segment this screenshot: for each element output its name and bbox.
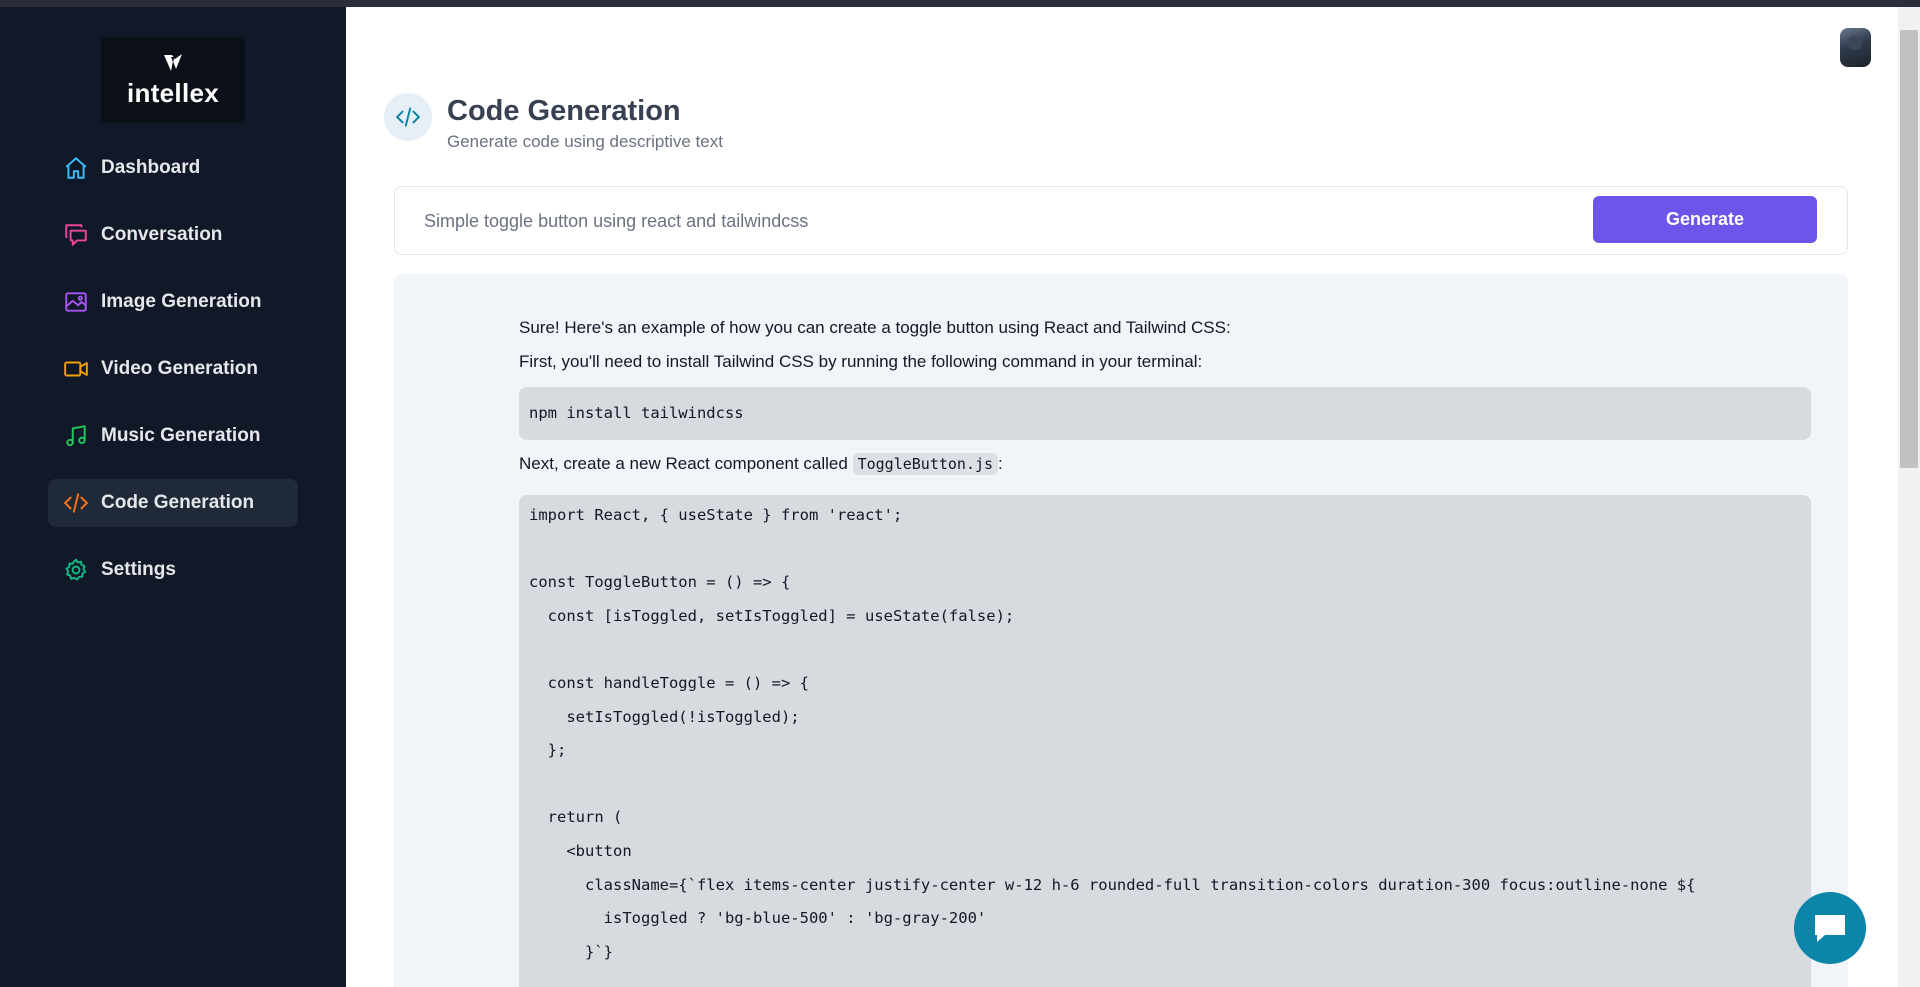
prompt-input[interactable] [424, 207, 1524, 235]
sidebar-item-label: Conversation [101, 224, 223, 245]
sidebar-item-conversation[interactable]: Conversation [48, 211, 298, 259]
sidebar-item-video-generation[interactable]: Video Generation [48, 345, 298, 393]
sidebar-item-settings[interactable]: Settings [48, 546, 298, 594]
sidebar-nav: Dashboard Conversation Image Generation … [48, 144, 298, 613]
chat-button[interactable] [1794, 892, 1866, 964]
brand-logo[interactable]: intellex [101, 37, 245, 123]
generate-button[interactable]: Generate [1593, 196, 1817, 243]
video-icon [62, 355, 90, 383]
sidebar-item-label: Music Generation [101, 425, 261, 446]
chat-icon [1815, 915, 1845, 942]
image-icon [62, 288, 90, 316]
sidebar-item-label: Code Generation [101, 492, 255, 513]
user-avatar[interactable] [1840, 28, 1871, 67]
settings-icon [62, 556, 90, 584]
page-title: Code Generation [447, 95, 681, 127]
component-text-before: Next, create a new React component calle… [519, 454, 853, 473]
prompt-form: Generate [394, 186, 1848, 255]
message-icon [62, 221, 90, 249]
response-component-text: Next, create a new React component calle… [519, 453, 1003, 475]
install-code-block: npm install tailwindcss [519, 387, 1811, 440]
response-install-text: First, you'll need to install Tailwind C… [519, 352, 1203, 371]
sidebar-item-label: Settings [101, 559, 176, 580]
browser-top-strip [0, 0, 1920, 7]
page-subtitle: Generate code using descriptive text [447, 132, 723, 151]
component-code-block: import React, { useState } from 'react';… [519, 495, 1811, 987]
sidebar-item-code-generation[interactable]: Code Generation [48, 479, 298, 527]
response-panel: Sure! Here's an example of how you can c… [394, 274, 1848, 987]
code-icon [396, 107, 420, 127]
main-content: Code Generation Generate code using desc… [346, 7, 1892, 987]
component-filename: ToggleButton.js [852, 453, 999, 475]
sidebar-item-image-generation[interactable]: Image Generation [48, 278, 298, 326]
header-icon-badge [384, 93, 432, 141]
sidebar-item-label: Image Generation [101, 291, 262, 312]
response-intro: Sure! Here's an example of how you can c… [519, 318, 1231, 337]
code-icon [62, 489, 90, 517]
sidebar-item-dashboard[interactable]: Dashboard [48, 144, 298, 192]
sidebar-item-music-generation[interactable]: Music Generation [48, 412, 298, 460]
sidebar-item-label: Video Generation [101, 358, 258, 379]
component-text-after: : [998, 454, 1003, 473]
install-command: npm install tailwindcss [529, 404, 744, 422]
home-icon [62, 154, 90, 182]
sidebar-item-label: Dashboard [101, 157, 201, 178]
component-code: import React, { useState } from 'react';… [529, 506, 1696, 961]
music-icon [62, 422, 90, 450]
brand-name: intellex [127, 78, 219, 108]
scrollbar-thumb[interactable] [1900, 30, 1918, 468]
logo-icon [164, 54, 182, 71]
sidebar: intellex Dashboard Conversation Image Ge… [0, 7, 346, 987]
